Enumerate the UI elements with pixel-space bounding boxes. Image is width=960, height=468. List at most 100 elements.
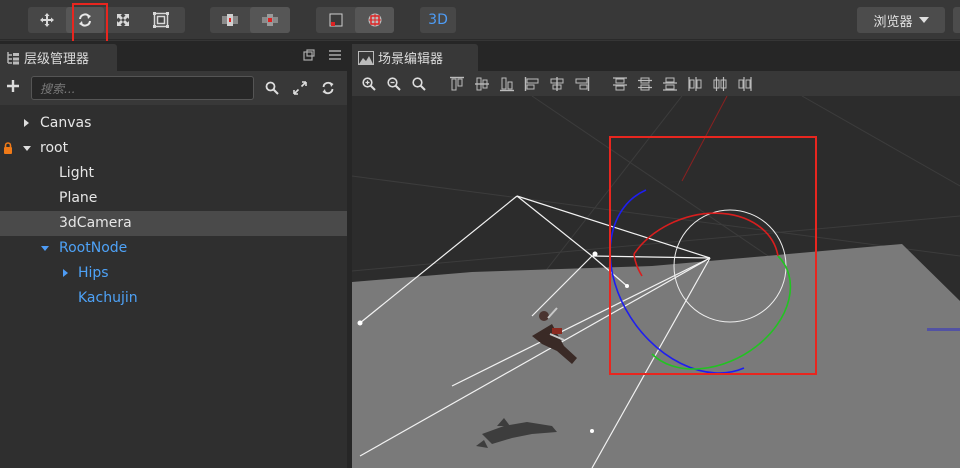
zoom-out-button[interactable]	[383, 74, 405, 94]
pivot-tool-group	[210, 7, 290, 33]
global-mode-icon	[368, 13, 381, 27]
align-right-button[interactable]	[571, 74, 593, 94]
tree-row-plane[interactable]: Plane	[0, 186, 347, 211]
mode-tool-group	[316, 7, 394, 33]
tree-node-label: Canvas	[40, 115, 92, 131]
align-bottom-icon	[500, 77, 514, 91]
x-axis-line	[681, 95, 728, 182]
hierarchy-tab-label: 层级管理器	[24, 52, 90, 67]
distribute-top-button[interactable]	[609, 74, 631, 94]
scene-tab-label: 场景编辑器	[378, 52, 444, 67]
frustum-handle[interactable]	[592, 251, 598, 257]
collapsed-arrow-icon[interactable]	[24, 119, 29, 127]
tree-row-3dcamera[interactable]: 3dCamera	[0, 211, 347, 236]
frustum-handle[interactable]	[625, 284, 629, 288]
menu-icon[interactable]	[329, 49, 341, 61]
tab-scene-editor[interactable]: 场景编辑器	[352, 44, 478, 71]
expanded-arrow-icon[interactable]	[23, 146, 31, 151]
distribute-vcenter-button[interactable]	[634, 74, 656, 94]
refresh-icon	[322, 81, 334, 95]
scene-toolbar	[352, 71, 960, 96]
align-bottom-button[interactable]	[496, 74, 518, 94]
align-vcenter-icon	[475, 77, 489, 90]
search-button[interactable]	[263, 79, 281, 97]
zoom-in-button[interactable]	[358, 74, 380, 94]
rotate-tool-button[interactable]	[66, 7, 104, 33]
expand-icon	[293, 81, 307, 95]
refresh-button[interactable]	[319, 79, 337, 97]
collapsed-arrow-icon[interactable]	[63, 269, 68, 277]
tree-node-label: Kachujin	[78, 290, 138, 306]
add-node-button[interactable]	[4, 77, 22, 97]
distribute-vcenter-icon	[638, 77, 652, 90]
tree-row-rootnode[interactable]: RootNode	[0, 236, 347, 261]
move-icon	[40, 13, 54, 27]
distribute-left-icon	[688, 76, 702, 91]
zoom-out-icon	[387, 76, 401, 91]
expanded-arrow-icon[interactable]	[41, 246, 49, 251]
rect-tool-button[interactable]	[142, 7, 180, 33]
ground-plane	[352, 244, 960, 468]
tab-hierarchy[interactable]: 层级管理器	[0, 44, 117, 71]
mode-3d-toggle[interactable]: 3D	[420, 7, 456, 33]
tree-node-label: root	[40, 140, 69, 156]
distribute-bottom-button[interactable]	[659, 74, 681, 94]
pivot-button[interactable]	[210, 7, 250, 33]
distribute-left-button[interactable]	[684, 74, 706, 94]
align-left-icon	[524, 76, 539, 91]
scene-canvas[interactable]	[352, 95, 960, 468]
scene-icon	[358, 50, 374, 65]
search-tools	[263, 79, 337, 97]
global-mode-button[interactable]	[355, 7, 394, 33]
tree-row-kachujin[interactable]: Kachujin	[0, 286, 347, 311]
popout-icon[interactable]	[303, 49, 315, 61]
frustum-handle[interactable]	[357, 320, 363, 326]
distribute-hcenter-icon	[713, 76, 727, 91]
frustum-handle[interactable]	[590, 429, 594, 433]
distribute-right-button[interactable]	[734, 74, 756, 94]
distribute-hcenter-button[interactable]	[709, 74, 731, 94]
hierarchy-icon	[7, 51, 19, 64]
tree-row-canvas[interactable]: Canvas	[0, 111, 347, 136]
align-top-button[interactable]	[446, 74, 468, 94]
next-toolbar-button[interactable]	[953, 7, 960, 33]
move-tool-button[interactable]	[28, 7, 66, 33]
align-right-icon	[575, 76, 590, 91]
scene-tabbar: 场景编辑器	[352, 41, 960, 71]
hierarchy-tree: Canvas root Light Plane 3dCamera RootNod…	[0, 111, 347, 311]
rect-icon	[153, 12, 169, 28]
align-left-button[interactable]	[521, 74, 543, 94]
distribute-top-icon	[613, 76, 627, 90]
align-vcenter-button[interactable]	[471, 74, 493, 94]
blue-axis-hint	[927, 328, 960, 331]
align-top-icon	[450, 76, 464, 90]
align-hcenter-button[interactable]	[546, 74, 568, 94]
lock-icon[interactable]	[3, 142, 13, 154]
pivot-icon	[222, 14, 238, 26]
hierarchy-tabbar: 层级管理器	[0, 41, 347, 71]
transform-tool-group	[28, 7, 185, 33]
scene-editor-panel: 场景编辑器	[352, 41, 960, 468]
search-icon	[265, 81, 279, 95]
tree-node-label: Hips	[78, 265, 109, 281]
hierarchy-panel: 层级管理器 搜索... Canvas root Light Plane 3dCa…	[0, 41, 347, 468]
zoom-reset-button[interactable]	[408, 74, 430, 94]
hierarchy-tab-actions	[303, 49, 341, 61]
global-icon	[262, 14, 278, 26]
distribute-bottom-icon	[663, 77, 677, 91]
tree-row-root[interactable]: root	[0, 136, 347, 161]
scene-viewport[interactable]	[352, 95, 960, 468]
scale-tool-button[interactable]	[104, 7, 142, 33]
global-button[interactable]	[250, 7, 290, 33]
hierarchy-search-row: 搜索...	[0, 71, 347, 105]
browser-dropdown[interactable]: 浏览器	[857, 7, 945, 33]
zoom-reset-icon	[412, 76, 426, 91]
tree-row-hips[interactable]: Hips	[0, 261, 347, 286]
local-mode-button[interactable]	[316, 7, 355, 33]
distribute-right-icon	[738, 76, 752, 91]
scale-icon	[117, 14, 129, 26]
tree-row-light[interactable]: Light	[0, 161, 347, 186]
hierarchy-search-input[interactable]: 搜索...	[31, 76, 254, 100]
tree-node-label: 3dCamera	[59, 215, 132, 231]
expand-all-button[interactable]	[291, 79, 309, 97]
